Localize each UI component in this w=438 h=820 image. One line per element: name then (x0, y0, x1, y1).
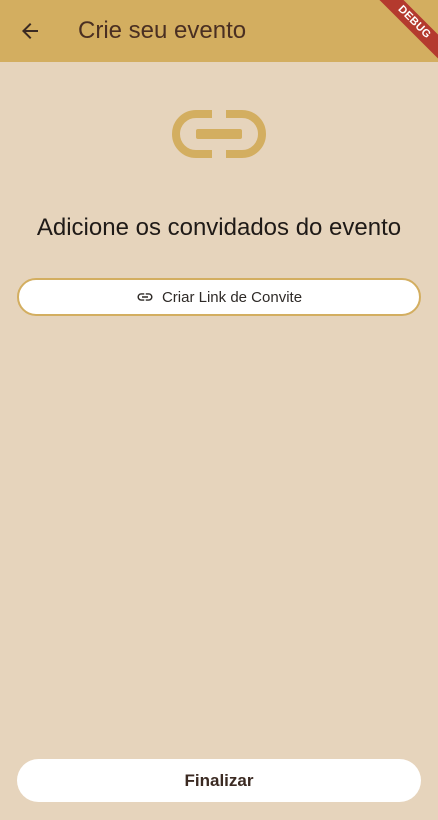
create-invite-link-label: Criar Link de Convite (161, 288, 303, 306)
link-icon (137, 293, 153, 301)
debug-banner: DEBUG (368, 0, 438, 70)
app-bar: Crie seu evento DEBUG (0, 0, 438, 64)
back-button[interactable] (12, 13, 48, 49)
arrow-left-icon (22, 23, 38, 39)
finish-button[interactable]: Finalizar (17, 759, 421, 802)
finish-button-label: Finalizar (184, 770, 254, 790)
section-heading: Adicione os convidados do evento (36, 214, 402, 241)
page-title: Crie seu evento (78, 17, 247, 44)
create-invite-link-button[interactable]: Criar Link de Convite (17, 278, 421, 316)
debug-banner-label: DEBUG (372, 0, 438, 64)
link-icon (172, 110, 266, 158)
